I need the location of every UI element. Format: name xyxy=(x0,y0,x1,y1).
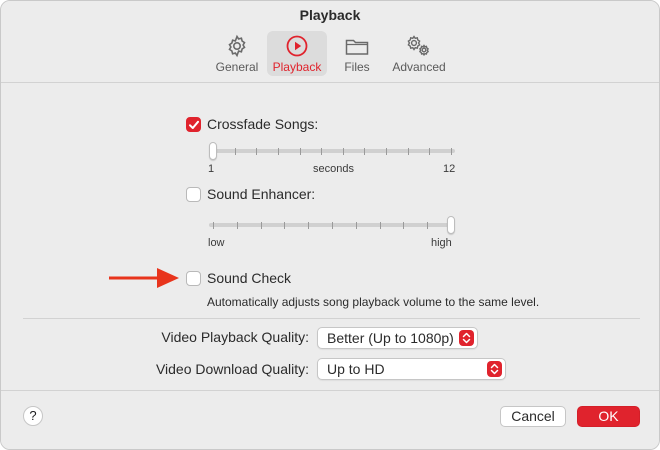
preferences-window: Playback General Playback Files Advanced… xyxy=(0,0,660,450)
divider xyxy=(1,390,659,391)
slider-tick xyxy=(308,222,310,229)
slider-tick xyxy=(256,148,258,155)
gear-icon xyxy=(228,34,246,58)
slider-track xyxy=(209,149,455,153)
slider-tick xyxy=(213,222,214,229)
crossfade-min-label: 1 xyxy=(208,163,215,175)
slider-tick xyxy=(260,222,262,229)
slider-tick xyxy=(332,222,333,229)
sound-check-label: Sound Check xyxy=(207,270,292,286)
video-playback-quality-label: Video Playback Quality: xyxy=(161,329,309,345)
slider-knob[interactable] xyxy=(447,216,455,234)
tab-label: Files xyxy=(344,60,370,74)
crossfade-max-label: 12 xyxy=(443,163,456,175)
sound-check-description: Automatically adjusts song playback volu… xyxy=(207,295,540,309)
folder-icon xyxy=(345,39,369,55)
chevron-updown-icon xyxy=(490,363,499,375)
slider-knob[interactable] xyxy=(209,142,217,160)
slider-tick xyxy=(277,148,279,155)
annotation-arrow-icon xyxy=(109,268,179,288)
ok-button[interactable]: OK xyxy=(577,406,640,427)
sound-enhancer-max-label: high xyxy=(431,237,452,249)
stepper-icon xyxy=(487,361,502,377)
tab-general[interactable]: General xyxy=(209,31,265,76)
slider-tick xyxy=(299,148,301,155)
crossfade-unit-label: seconds xyxy=(313,163,354,175)
slider-tick xyxy=(321,148,323,155)
slider-tick xyxy=(403,222,405,229)
tab-label: Playback xyxy=(272,60,322,74)
sound-check-checkbox[interactable] xyxy=(186,271,201,286)
divider xyxy=(23,318,640,319)
select-value: Up to HD xyxy=(327,361,385,377)
slider-tick xyxy=(236,222,238,229)
crossfade-label: Crossfade Songs: xyxy=(207,116,319,132)
checkmark-icon xyxy=(189,120,199,129)
tab-label: General xyxy=(215,60,259,74)
slider-tick xyxy=(355,222,357,229)
video-download-quality-label: Video Download Quality: xyxy=(155,361,309,377)
slider-tick xyxy=(364,148,366,155)
slider-tick xyxy=(429,148,431,155)
crossfade-checkbox[interactable] xyxy=(186,117,201,132)
video-playback-quality-select[interactable]: Better (Up to 1080p) xyxy=(317,327,478,349)
cancel-button[interactable]: Cancel xyxy=(500,406,566,427)
window-title: Playback xyxy=(299,7,361,23)
select-value: Better (Up to 1080p) xyxy=(327,330,454,346)
chevron-updown-icon xyxy=(462,332,471,344)
sound-enhancer-label: Sound Enhancer: xyxy=(207,186,316,202)
help-button[interactable]: ? xyxy=(23,406,43,426)
slider-tick xyxy=(451,148,452,155)
slider-tick xyxy=(284,222,286,229)
stepper-icon xyxy=(459,330,474,346)
tab-label: Advanced xyxy=(392,60,446,74)
sound-enhancer-min-label: low xyxy=(208,237,225,249)
tab-advanced[interactable]: Advanced xyxy=(389,31,449,76)
slider-tick xyxy=(342,148,344,155)
video-download-quality-select[interactable]: Up to HD xyxy=(317,358,506,380)
tab-playback[interactable]: Playback xyxy=(267,31,327,76)
slider-tick xyxy=(234,148,236,155)
tab-files[interactable]: Files xyxy=(337,31,377,76)
slider-tick xyxy=(386,148,388,155)
slider-tick xyxy=(407,148,409,155)
slider-tick xyxy=(379,222,381,229)
slider-tick xyxy=(427,222,429,229)
toolbar: Playback General Playback Files Advanced xyxy=(1,1,659,83)
play-circle-icon xyxy=(286,35,308,57)
playback-pane xyxy=(1,84,659,449)
sound-enhancer-checkbox[interactable] xyxy=(186,187,201,202)
gears-icon xyxy=(407,35,429,57)
